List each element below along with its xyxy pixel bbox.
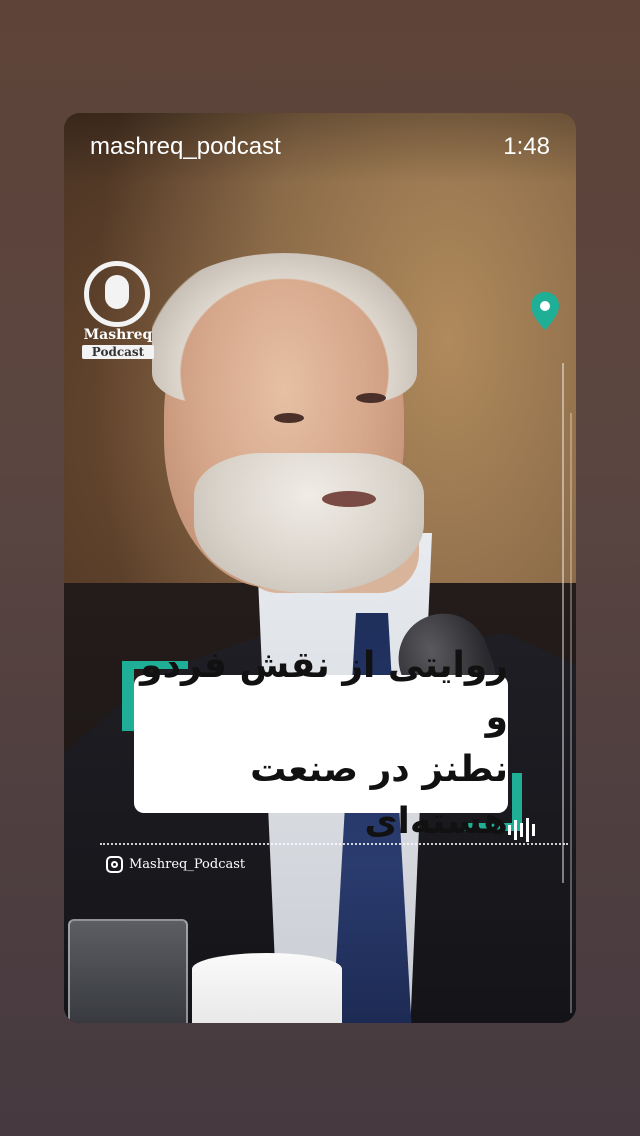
audio-wave-icon [508, 817, 536, 843]
story-header: mashreq_podcast 1:48 [64, 113, 576, 183]
instagram-handle-label: Mashreq_Podcast [129, 856, 246, 872]
caption-line-2: نطنز در صنعت هسته‌ای [250, 749, 508, 842]
instagram-icon [106, 855, 123, 873]
person-mouth [322, 491, 376, 507]
dotted-divider [100, 843, 568, 845]
coffee-cup [192, 953, 342, 1023]
logo-word-mashreq: Mashreq [83, 327, 153, 343]
microphone-icon [105, 275, 129, 309]
story-duration: 1:48 [503, 133, 550, 160]
decor-line [570, 413, 572, 1013]
water-glass [68, 919, 188, 1023]
person-right-eye [356, 393, 386, 403]
person-beard [194, 453, 424, 593]
caption-box: روایتی از نقش فردو و نطنز در صنعت هسته‌ا… [134, 645, 508, 842]
caption-block: روایتی از نقش فردو و نطنز در صنعت هسته‌ا… [122, 645, 522, 842]
decor-line [562, 363, 564, 883]
person-left-eye [274, 413, 304, 423]
instagram-handle[interactable]: Mashreq_Podcast [106, 853, 245, 875]
story-card[interactable]: mashreq_podcast 1:48 Mashreq Podcast روا… [64, 113, 576, 1023]
location-pin-icon [531, 292, 559, 330]
person-hair [152, 253, 417, 403]
story-username[interactable]: mashreq_podcast [90, 133, 281, 161]
podcast-logo: Mashreq Podcast [78, 261, 158, 365]
logo-word-podcast: Podcast [82, 345, 154, 359]
caption-line-1: روایتی از نقش فردو و [140, 645, 508, 738]
